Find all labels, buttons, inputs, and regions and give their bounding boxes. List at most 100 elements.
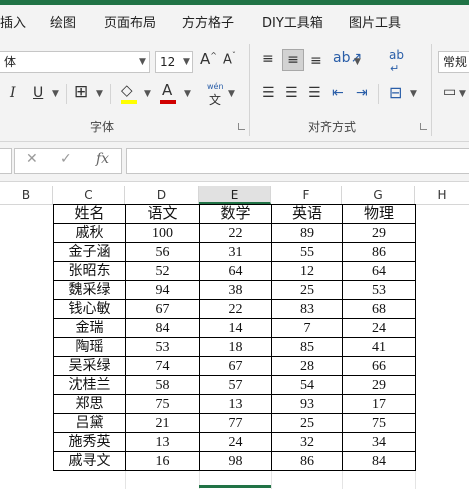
table-cell[interactable]: 29 (342, 223, 416, 243)
align-top-icon[interactable]: ≡ (262, 52, 274, 66)
table-cell[interactable]: 86 (271, 451, 343, 471)
shrink-font-icon[interactable]: Aˇ (223, 52, 236, 67)
table-cell[interactable]: 57 (199, 375, 272, 395)
table-cell[interactable]: 89 (271, 223, 343, 243)
table-cell[interactable]: 67 (125, 299, 200, 319)
phonetic-guide-icon[interactable]: 文 (209, 91, 221, 108)
table-cell[interactable]: 13 (199, 394, 272, 414)
decrease-indent-icon[interactable]: ⇤ (332, 86, 344, 100)
tab-draw[interactable]: 绘图 (50, 12, 76, 31)
table-cell[interactable]: 83 (271, 299, 343, 319)
align-bottom-icon[interactable]: ≡ (310, 54, 322, 68)
grow-font-icon[interactable]: A^ (200, 52, 217, 67)
table-cell[interactable]: 14 (199, 318, 272, 338)
table-cell[interactable]: 吴采绿 (53, 356, 126, 376)
table-cell[interactable]: 张昭东 (53, 261, 126, 281)
table-cell[interactable]: 34 (342, 432, 416, 452)
accounting-chevron-down-icon[interactable]: ▼ (459, 90, 466, 99)
table-cell[interactable]: 74 (125, 356, 200, 376)
table-cell[interactable]: 85 (271, 337, 343, 357)
table-cell[interactable]: 86 (342, 242, 416, 262)
align-left-icon[interactable]: ☰ (262, 86, 275, 100)
underline-chevron-down-icon[interactable]: ▼ (52, 90, 59, 99)
table-cell[interactable]: 38 (199, 280, 272, 300)
font-name-select[interactable]: 体 (0, 51, 150, 73)
phonetic-guide-label[interactable]: wén (207, 82, 224, 91)
tab-diy-toolbox[interactable]: DIY工具箱 (262, 12, 323, 31)
header-cell-chinese[interactable]: 语文 (125, 204, 200, 224)
table-cell[interactable]: 55 (271, 242, 343, 262)
column-header-h[interactable]: H (415, 186, 469, 204)
table-cell[interactable]: 75 (342, 413, 416, 433)
wrap-text-icon[interactable]: ab (389, 49, 404, 61)
table-cell[interactable]: 41 (342, 337, 416, 357)
insert-function-icon[interactable]: fx (96, 151, 109, 167)
alignment-dialog-launcher-icon[interactable] (420, 123, 427, 130)
table-cell[interactable]: 金子涵 (53, 242, 126, 262)
align-middle-icon[interactable]: ≡ (282, 49, 304, 71)
number-format-select[interactable]: 常规 (438, 51, 469, 73)
table-cell[interactable]: 戚秋 (53, 223, 126, 243)
orientation-chevron-down-icon[interactable]: ▼ (354, 58, 361, 67)
tab-picture-tools[interactable]: 图片工具 (349, 12, 401, 31)
column-header-c[interactable]: C (53, 186, 125, 204)
table-cell[interactable]: 21 (125, 413, 200, 433)
border-icon[interactable]: ⊞ (74, 84, 88, 101)
table-cell[interactable]: 魏采绿 (53, 280, 126, 300)
table-cell[interactable]: 22 (199, 223, 272, 243)
table-cell[interactable]: 98 (199, 451, 272, 471)
table-cell[interactable]: 16 (125, 451, 200, 471)
font-name-chevron-down-icon[interactable]: ▼ (139, 58, 146, 67)
table-cell[interactable]: 24 (199, 432, 272, 452)
table-cell[interactable]: 93 (271, 394, 343, 414)
table-cell[interactable]: 64 (199, 261, 272, 281)
table-cell[interactable]: 75 (125, 394, 200, 414)
table-cell[interactable]: 18 (199, 337, 272, 357)
table-cell[interactable]: 67 (199, 356, 272, 376)
table-cell[interactable]: 100 (125, 223, 200, 243)
header-cell-english[interactable]: 英语 (271, 204, 343, 224)
table-cell[interactable]: 金瑞 (53, 318, 126, 338)
table-cell[interactable]: 13 (125, 432, 200, 452)
table-cell[interactable]: 54 (271, 375, 343, 395)
table-cell[interactable]: 22 (199, 299, 272, 319)
align-center-icon[interactable]: ☰ (285, 86, 298, 100)
table-cell[interactable]: 84 (125, 318, 200, 338)
table-cell[interactable]: 66 (342, 356, 416, 376)
column-header-b[interactable]: B (0, 186, 53, 204)
table-cell[interactable]: 58 (125, 375, 200, 395)
table-cell[interactable]: 陶瑶 (53, 337, 126, 357)
table-cell[interactable]: 戚寻文 (53, 451, 126, 471)
column-header-e[interactable]: E (199, 186, 271, 204)
table-cell[interactable]: 郑思 (53, 394, 126, 414)
accounting-format-icon[interactable]: ▭ (443, 85, 456, 99)
font-dialog-launcher-icon[interactable] (238, 123, 245, 130)
font-color-icon[interactable]: A (162, 83, 172, 98)
underline-icon[interactable]: U (33, 86, 43, 100)
table-cell[interactable]: 24 (342, 318, 416, 338)
font-size-chevron-down-icon[interactable]: ▼ (183, 58, 190, 67)
header-cell-physics[interactable]: 物理 (342, 204, 416, 224)
column-header-g[interactable]: G (342, 186, 415, 204)
increase-indent-icon[interactable]: ⇥ (356, 86, 368, 100)
enter-icon[interactable]: ✓ (60, 151, 72, 167)
table-cell[interactable]: 沈桂兰 (53, 375, 126, 395)
formula-input[interactable] (126, 148, 469, 174)
table-cell[interactable]: 52 (125, 261, 200, 281)
table-cell[interactable]: 94 (125, 280, 200, 300)
table-cell[interactable]: 吕黛 (53, 413, 126, 433)
table-cell[interactable]: 7 (271, 318, 343, 338)
table-cell[interactable]: 68 (342, 299, 416, 319)
table-cell[interactable]: 31 (199, 242, 272, 262)
font-color-chevron-down-icon[interactable]: ▼ (184, 90, 191, 99)
table-cell[interactable]: 64 (342, 261, 416, 281)
tab-fangfang-grid[interactable]: 方方格子 (182, 12, 234, 31)
table-cell[interactable]: 29 (342, 375, 416, 395)
header-cell-name[interactable]: 姓名 (53, 204, 126, 224)
merge-chevron-down-icon[interactable]: ▼ (410, 90, 417, 99)
table-cell[interactable]: 32 (271, 432, 343, 452)
table-cell[interactable]: 28 (271, 356, 343, 376)
table-cell[interactable]: 12 (271, 261, 343, 281)
header-cell-math[interactable]: 数学 (199, 204, 272, 224)
table-cell[interactable]: 84 (342, 451, 416, 471)
